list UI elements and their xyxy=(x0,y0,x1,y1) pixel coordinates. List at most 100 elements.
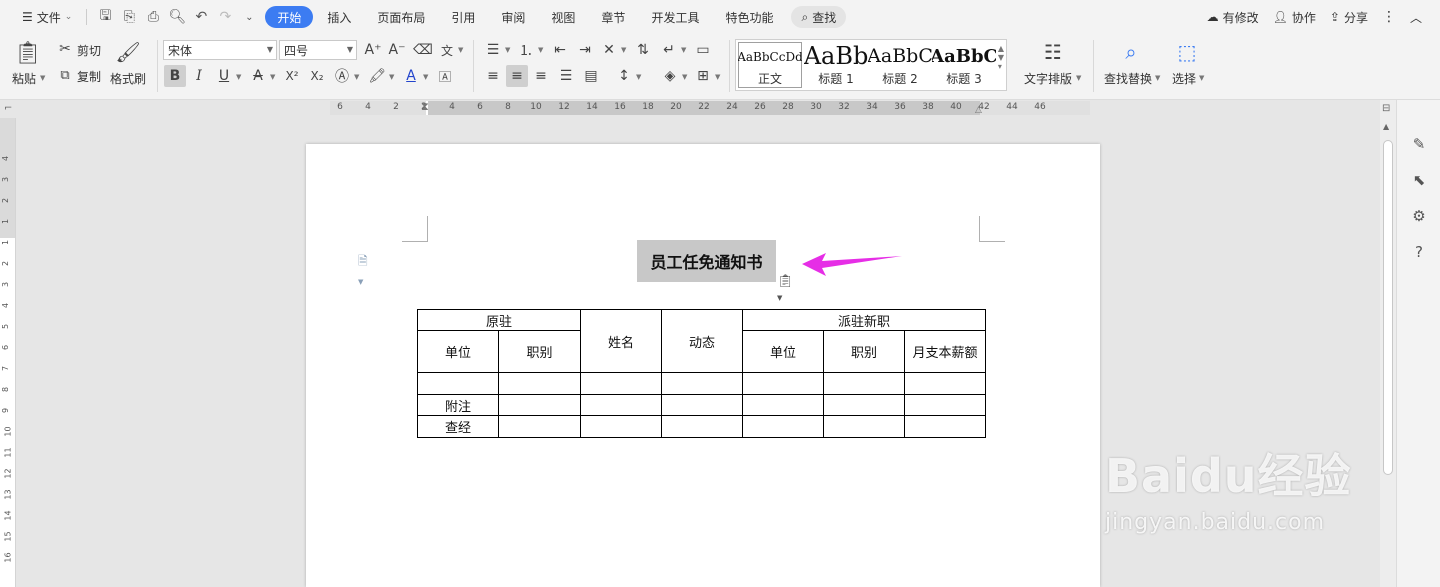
chevron-down-icon[interactable]: ▼ xyxy=(681,46,686,54)
align-right-icon[interactable]: ≡ xyxy=(530,65,552,87)
increase-indent-icon[interactable]: ⇥ xyxy=(574,39,596,61)
text-layout-icon[interactable]: ☷ xyxy=(1040,38,1066,66)
file-menu[interactable]: ☰ 文件 ⌄ xyxy=(14,5,80,29)
horizontal-ruler[interactable]: ⌐ 6 4 2 2 4 6 8 10 12 14 16 18 20 22 24 26 28 30 32 34 36 38 4… xyxy=(0,100,1380,118)
table-cell[interactable] xyxy=(417,372,499,395)
align-left-icon[interactable]: ≡ xyxy=(482,65,504,87)
cut-icon[interactable]: ✂ xyxy=(56,40,74,58)
indent-marker-icon[interactable]: ⧗ xyxy=(421,100,429,114)
table-cell[interactable] xyxy=(823,394,905,416)
search-button[interactable]: ⌕ 查找 xyxy=(791,6,847,28)
save-icon[interactable]: 🖫 xyxy=(93,5,117,29)
redo-icon[interactable]: ↷ xyxy=(213,5,237,29)
cell-remarks[interactable]: 附注 xyxy=(417,394,499,416)
table-cell[interactable] xyxy=(661,415,743,438)
line-spacing-icon[interactable]: ↕ xyxy=(613,65,635,87)
gallery-scroll-icon[interactable]: ▲ ▼ ▾ xyxy=(998,44,1004,71)
scroll-up-icon[interactable]: ⊟ xyxy=(1382,103,1390,114)
char-border-icon[interactable]: 🄰 xyxy=(434,65,456,87)
cell-check[interactable]: 查经 xyxy=(417,415,499,438)
cell-rank[interactable]: 职别 xyxy=(498,330,581,373)
style-heading-2[interactable]: AaBbC 标题 2 xyxy=(868,42,932,88)
superscript-icon[interactable]: X² xyxy=(281,65,303,87)
table-cell[interactable] xyxy=(661,372,743,395)
line-break-icon[interactable]: ↵ xyxy=(658,39,680,61)
chevron-down-icon[interactable]: ▼ xyxy=(1155,74,1160,82)
tab-insert[interactable]: 插入 xyxy=(315,6,363,28)
italic-icon[interactable]: I xyxy=(188,65,210,87)
font-size-select[interactable]: 四号 ▼ xyxy=(279,40,357,60)
chevron-down-icon[interactable]: ▼ xyxy=(538,46,543,54)
document-page[interactable]: 🗎▼ 员工任免通知书 📋︎▼ 原驻 姓名 动态 派驻新职 单位 职别 单位 职别… xyxy=(306,144,1100,587)
table-cell[interactable] xyxy=(742,415,824,438)
cell-name[interactable]: 姓名 xyxy=(580,309,662,373)
customize-toolbar-icon[interactable]: ⌄ xyxy=(237,5,261,29)
highlight-icon[interactable]: 🖍︎ xyxy=(366,65,388,87)
style-heading-3[interactable]: AaBbC 标题 3 xyxy=(932,42,996,88)
chevron-down-icon[interactable]: ▼ xyxy=(1076,74,1081,82)
chevron-down-icon[interactable]: ▼ xyxy=(505,46,510,54)
chevron-down-icon[interactable]: ▼ xyxy=(40,74,45,82)
tab-review[interactable]: 审阅 xyxy=(489,6,537,28)
style-heading-1[interactable]: AaBb 标题 1 xyxy=(804,42,868,88)
chevron-down-icon[interactable]: ▼ xyxy=(389,73,394,81)
chevron-down-icon[interactable]: ▼ xyxy=(423,73,428,81)
cut-button[interactable]: 剪切 xyxy=(77,42,101,59)
tab-stop-icon[interactable]: ⌐ xyxy=(4,103,12,114)
table-cell[interactable] xyxy=(823,415,905,438)
share-button[interactable]: ⇪ 分享 xyxy=(1330,9,1368,26)
chevron-down-icon[interactable]: ▼ xyxy=(354,73,359,81)
table-cell[interactable] xyxy=(580,415,662,438)
settings-sliders-icon[interactable]: ⚙ xyxy=(1409,206,1429,226)
font-name-select[interactable]: 宋体 ▼ xyxy=(163,40,277,60)
table-cell[interactable] xyxy=(742,394,824,416)
tab-references[interactable]: 引用 xyxy=(439,6,487,28)
grow-font-icon[interactable]: A⁺ xyxy=(362,39,384,61)
tab-page-layout[interactable]: 页面布局 xyxy=(365,6,437,28)
export-icon[interactable]: ⎘ xyxy=(117,5,141,29)
scroll-up-arrow-icon[interactable]: ▲ xyxy=(1383,122,1389,131)
underline-icon[interactable]: U xyxy=(213,65,235,87)
table-cell[interactable] xyxy=(498,415,581,438)
chevron-down-icon[interactable]: ▼ xyxy=(682,73,687,81)
borders-icon[interactable]: ⊞ xyxy=(692,65,714,87)
subscript-icon[interactable]: X₂ xyxy=(306,65,328,87)
table-cell[interactable] xyxy=(580,394,662,416)
more-icon[interactable]: ⋮ xyxy=(1382,9,1396,25)
cell-unit-new[interactable]: 单位 xyxy=(742,330,824,373)
justify-icon[interactable]: ☰ xyxy=(555,65,577,87)
chevron-down-icon[interactable]: ▼ xyxy=(1199,74,1204,82)
document-title[interactable]: 员工任免通知书 xyxy=(637,240,776,282)
cell-unit[interactable]: 单位 xyxy=(417,330,499,373)
changes-button[interactable]: ☁ 有修改 xyxy=(1207,9,1259,26)
right-indent-icon[interactable]: △ xyxy=(975,105,982,115)
phonetic-icon[interactable]: 文 xyxy=(436,39,458,61)
sort-icon[interactable]: ⇅ xyxy=(632,39,654,61)
paste-icon[interactable]: 📋︎ xyxy=(14,38,42,68)
edit-icon[interactable]: ✎ xyxy=(1409,134,1429,154)
undo-icon[interactable]: ↶ xyxy=(189,5,213,29)
chevron-down-icon[interactable]: ▼ xyxy=(458,46,463,54)
collab-button[interactable]: 👤︎ 协作 xyxy=(1273,9,1316,26)
chinese-layout-icon[interactable]: ✕ xyxy=(598,39,620,61)
chevron-down-icon[interactable]: ▼ xyxy=(621,46,626,54)
numbered-list-icon[interactable]: ⒈ xyxy=(515,39,537,61)
table-cell[interactable] xyxy=(498,372,581,395)
table-cell[interactable] xyxy=(904,394,986,416)
cell-rank-new[interactable]: 职别 xyxy=(823,330,905,373)
cell-original-post[interactable]: 原驻 xyxy=(417,309,581,331)
tab-special-features[interactable]: 特色功能 xyxy=(713,6,785,28)
tab-home[interactable]: 开始 xyxy=(265,6,314,28)
select-button[interactable]: 选择 xyxy=(1172,70,1196,87)
vertical-scrollbar[interactable]: ⊟ ▲ xyxy=(1380,100,1396,587)
appointment-table[interactable]: 原驻 姓名 动态 派驻新职 单位 职别 单位 职别 月支本薪额 附注 查经 xyxy=(417,309,986,438)
format-painter-button[interactable]: 格式刷 xyxy=(110,70,146,87)
chevron-down-icon[interactable]: ▼ xyxy=(715,73,720,81)
table-cell[interactable] xyxy=(498,394,581,416)
table-cell[interactable] xyxy=(904,415,986,438)
collapse-ribbon-icon[interactable]: ︿ xyxy=(1410,9,1422,26)
strikethrough-icon[interactable]: A xyxy=(247,65,269,87)
help-icon[interactable]: ? xyxy=(1409,242,1429,262)
shrink-font-icon[interactable]: A⁻ xyxy=(386,39,408,61)
tab-chapter[interactable]: 章节 xyxy=(589,6,637,28)
